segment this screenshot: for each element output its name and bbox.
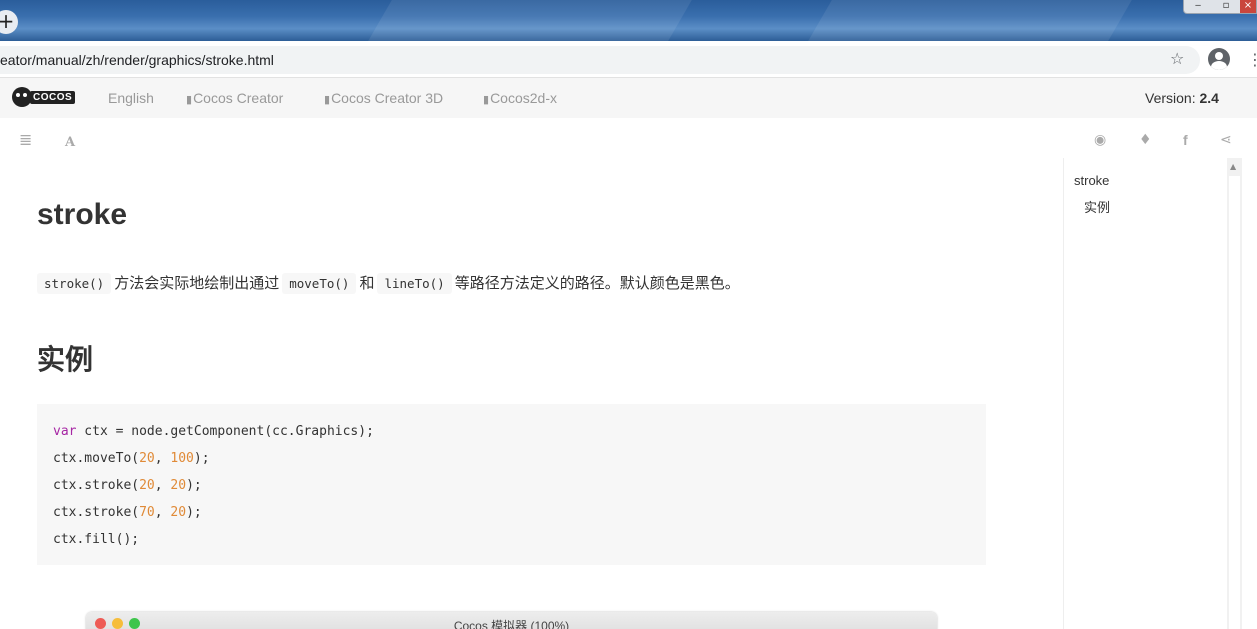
toc-item-stroke[interactable]: stroke [1074, 173, 1109, 188]
code-line: ctx.stroke(70, 20); [53, 499, 970, 526]
code-number: 20 [170, 505, 187, 520]
code-text: ); [186, 478, 202, 493]
page-scrollbar[interactable]: ▲ [1227, 158, 1242, 629]
intro-text: 等路径方法定义的路径。默认颜色是黑色。 [454, 275, 740, 292]
intro-text: 方法会实际地绘制出通过 [114, 275, 280, 292]
code-text: ctx.stroke( [53, 505, 140, 520]
scroll-thumb[interactable] [1229, 176, 1240, 629]
book-icon: ▮ [324, 93, 331, 106]
inline-code: moveTo() [282, 273, 357, 294]
intro-paragraph: stroke() 方法会实际地绘制出通过 moveTo() 和 lineTo() 等路径方… [37, 272, 743, 294]
nav-link-label: English [108, 90, 154, 106]
code-number: 20 [170, 478, 187, 493]
window-controls: ‒ ▫ × [1183, 0, 1257, 14]
browser-address-bar: eator/manual/zh/render/graphics/stroke.h… [0, 41, 1257, 78]
url-field[interactable]: eator/manual/zh/render/graphics/stroke.h… [0, 46, 1200, 74]
code-line: ctx.fill(); [53, 526, 970, 553]
toc-item-example[interactable]: 实例 [1084, 197, 1110, 216]
code-text: ); [186, 505, 202, 520]
inline-code: lineTo() [377, 273, 452, 294]
bookmark-star-icon[interactable]: ☆ [1170, 49, 1184, 68]
inline-code: stroke() [37, 273, 112, 294]
code-line: ctx.stroke(20, 20); [53, 472, 970, 499]
book-icon: ▮ [483, 93, 490, 106]
browser-menu-icon[interactable]: ⋮ [1247, 50, 1257, 69]
section-heading: 实例 [37, 344, 94, 375]
simulator-title: Cocos 模拟器 (100%) [453, 619, 570, 629]
simulator-window-screenshot: Cocos 模拟器 (100%) [86, 612, 937, 629]
cocos-logo[interactable]: COCOS [12, 86, 76, 108]
code-text: ctx.moveTo( [53, 451, 140, 466]
code-number: 70 [139, 505, 155, 520]
code-text: , [154, 505, 171, 520]
tabstrip-decoration [368, 0, 692, 41]
code-text: ctx.stroke( [53, 478, 140, 493]
page-title: stroke [37, 198, 128, 231]
code-number: 100 [170, 451, 194, 466]
code-block: var ctx = node.getComponent(cc.Graphics)… [37, 404, 986, 565]
book-icon: ▮ [186, 93, 193, 106]
nav-link-label: Cocos2d-x [490, 90, 557, 106]
cocos-logo-mark [12, 87, 32, 107]
new-tab-button[interactable]: + [0, 10, 18, 34]
nav-link-cocos2d-x[interactable]: ▮Cocos2d-x [483, 90, 557, 106]
version-label: Version: [1145, 90, 1196, 106]
share-icon[interactable]: ⋖ [1220, 132, 1232, 148]
facebook-icon[interactable]: f [1183, 132, 1188, 148]
url-text[interactable]: eator/manual/zh/render/graphics/stroke.h… [0, 52, 274, 68]
site-nav-bar: COCOS English ▮Cocos Creator ▮Cocos Crea… [0, 78, 1257, 118]
version-value: 2.4 [1199, 90, 1219, 106]
maximize-button[interactable]: ▫ [1212, 0, 1240, 13]
intro-text: 和 [359, 275, 375, 292]
code-line: ctx.moveTo(20, 100); [53, 445, 970, 472]
nav-link-cocos-creator-3d[interactable]: ▮Cocos Creator 3D [324, 90, 443, 106]
code-text: ctx.fill(); [53, 532, 140, 547]
browser-tab-strip: + ‒ ▫ × [0, 0, 1257, 41]
code-number: 20 [139, 478, 155, 493]
code-text: , [154, 478, 171, 493]
nav-link-cocos-creator[interactable]: ▮Cocos Creator [186, 90, 283, 106]
scroll-up-arrow-icon[interactable]: ▲ [1230, 162, 1236, 171]
profile-avatar-icon[interactable] [1208, 48, 1230, 70]
code-text: ctx = node.getComponent(cc.Graphics); [76, 424, 374, 439]
article-content: stroke stroke() 方法会实际地绘制出通过 moveTo() 和 lineT… [0, 158, 1063, 629]
nav-link-label: Cocos Creator 3D [331, 90, 444, 106]
logo-text: COCOS [30, 90, 76, 104]
version-selector[interactable]: Version: 2.4 [1145, 90, 1219, 106]
code-line: var ctx = node.getComponent(cc.Graphics)… [53, 418, 970, 445]
table-of-contents: stroke 实例 [1063, 158, 1227, 629]
code-number: 20 [139, 451, 155, 466]
close-window-button[interactable]: × [1240, 0, 1256, 13]
book-toolbar: ≣ A ◉ ♦ f ⋖ [0, 118, 1257, 158]
font-settings-icon[interactable]: A [65, 135, 75, 150]
tabstrip-decoration [808, 0, 1132, 41]
toggle-sidebar-icon[interactable]: ≣ [19, 130, 32, 149]
minimize-button[interactable]: ‒ [1184, 0, 1212, 13]
code-keyword: var [53, 424, 77, 439]
code-text: , [154, 451, 171, 466]
code-text: ); [193, 451, 210, 466]
nav-link-english[interactable]: English [108, 90, 154, 106]
twitter-icon[interactable]: ♦ [1139, 132, 1152, 148]
nav-link-label: Cocos Creator [193, 90, 284, 106]
weibo-icon[interactable]: ◉ [1094, 132, 1106, 148]
